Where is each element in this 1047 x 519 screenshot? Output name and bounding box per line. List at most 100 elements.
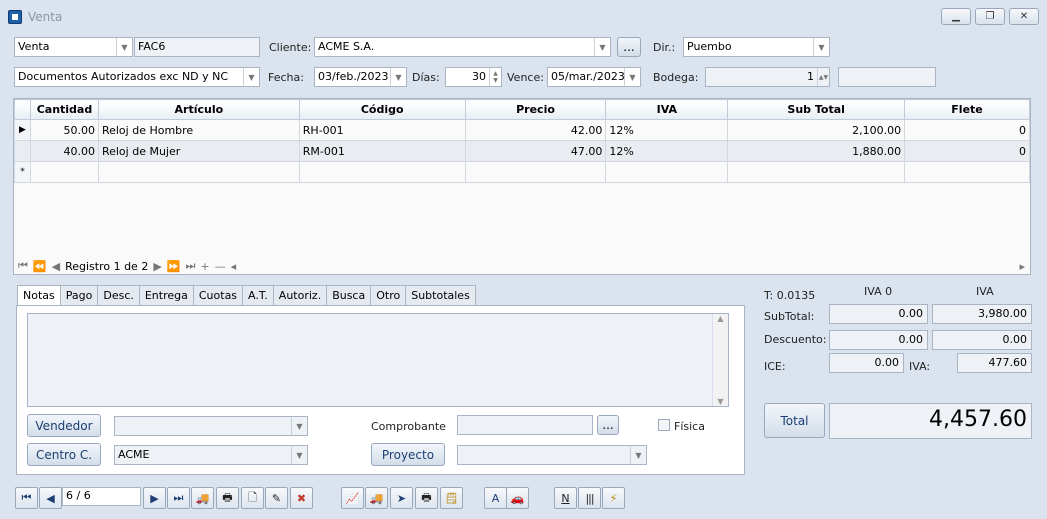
last-record-icon[interactable]: ⏭ — [186, 259, 196, 273]
dias-stepper[interactable]: 30 ▲ ▼ — [445, 67, 502, 87]
extra-field[interactable] — [838, 67, 936, 87]
cliente-select[interactable]: ACME S.A. ▼ — [314, 37, 611, 57]
tab-desc[interactable]: Desc. — [97, 285, 140, 305]
chevron-down-icon[interactable]: ▼ — [243, 68, 259, 86]
cell-precio[interactable]: 47.00 — [464, 140, 607, 162]
total-button[interactable]: Total — [764, 403, 825, 438]
delivery-icon[interactable]: 🚚 — [365, 487, 388, 509]
delete-record-icon[interactable]: — — [215, 260, 226, 273]
row-indicator-icon[interactable]: ▶ — [14, 119, 31, 141]
tab-cuotas[interactable]: Cuotas — [192, 285, 244, 305]
barcode-icon[interactable]: ||| — [578, 487, 601, 509]
first-record-icon[interactable]: ⏮ — [18, 259, 28, 273]
tab-entrega[interactable]: Entrega — [138, 285, 194, 305]
chevron-down-icon[interactable]: ▼ — [813, 38, 829, 56]
scroll-up-icon[interactable]: ▲ — [717, 314, 723, 323]
new-cell[interactable] — [97, 161, 300, 183]
record-position[interactable]: 6 / 6 — [62, 487, 141, 506]
minimize-icon[interactable]: ▁ — [941, 8, 971, 25]
restore-icon[interactable]: ❐ — [975, 8, 1005, 25]
bodega-stepper[interactable]: 1 ▲▼ — [705, 67, 830, 87]
chart-icon[interactable]: 📈 — [341, 487, 364, 509]
n-icon[interactable]: N — [554, 487, 577, 509]
tab-subtotales[interactable]: Subtotales — [405, 285, 476, 305]
notes-memo[interactable]: ▲ ▼ — [27, 313, 729, 407]
prev-page-icon[interactable]: ⏪ — [33, 260, 47, 273]
prev-record-button[interactable]: ◀ — [39, 487, 62, 509]
car-icon[interactable]: 🚗 — [506, 487, 529, 509]
scroll-down-icon[interactable]: ▼ — [717, 397, 723, 406]
doc-type-select[interactable]: Venta ▼ — [14, 37, 133, 57]
proyecto-select[interactable]: ▼ — [457, 445, 647, 465]
chevron-down-icon[interactable]: ▼ — [291, 417, 307, 435]
cursor-icon[interactable]: ➤ — [390, 487, 413, 509]
new-cell[interactable] — [29, 161, 99, 183]
cell-subtotal[interactable]: 1,880.00 — [727, 140, 906, 162]
new-row-icon[interactable]: * — [14, 161, 31, 183]
new-cell[interactable] — [464, 161, 607, 183]
last-record-button[interactable]: ⏭ — [167, 487, 190, 509]
vendedor-select[interactable]: ▼ — [114, 416, 308, 436]
auth-select[interactable]: Documentos Autorizados exc ND y NC ▼ — [14, 67, 260, 87]
cell-articulo[interactable]: Reloj de Mujer — [97, 140, 300, 162]
col-codigo[interactable]: Código — [298, 99, 466, 120]
row-indicator-icon[interactable] — [14, 140, 31, 162]
cell-cantidad[interactable]: 50.00 — [29, 119, 99, 141]
cell-subtotal[interactable]: 2,100.00 — [727, 119, 906, 141]
new-row[interactable]: * — [14, 161, 1030, 183]
chevron-down-icon[interactable]: ▼ — [594, 38, 610, 56]
comprobante-lookup-button[interactable]: ... — [597, 415, 619, 435]
chevron-down-icon[interactable]: ▼ — [291, 446, 307, 464]
chevron-down-icon[interactable]: ▼ — [390, 68, 406, 86]
chevron-down-icon[interactable]: ▼ — [624, 68, 640, 86]
new-cell[interactable] — [605, 161, 729, 183]
edit-document-icon[interactable]: ✎ — [265, 487, 288, 509]
close-icon[interactable]: ✕ — [1009, 8, 1039, 25]
scroll-right-icon[interactable]: ▸ — [1019, 260, 1029, 273]
tab-pago[interactable]: Pago — [59, 285, 99, 305]
vendedor-button[interactable]: Vendedor — [27, 414, 101, 437]
spin-arrows-icon[interactable]: ▲▼ — [817, 68, 829, 86]
spin-arrows-icon[interactable]: ▲▼ — [489, 68, 501, 86]
first-record-button[interactable]: ⏮ — [15, 487, 38, 509]
delete-document-icon[interactable]: ✖ — [290, 487, 313, 509]
doc-code-field[interactable]: FAC6 — [134, 37, 260, 57]
centro-select[interactable]: ACME ▼ — [114, 445, 308, 465]
cell-codigo[interactable]: RM-001 — [298, 140, 466, 162]
tab-at[interactable]: A.T. — [242, 285, 274, 305]
centro-button[interactable]: Centro C. — [27, 443, 101, 466]
tab-otro[interactable]: Otro — [370, 285, 407, 305]
cell-cantidad[interactable]: 40.00 — [29, 140, 99, 162]
proyecto-button[interactable]: Proyecto — [371, 443, 445, 466]
vence-picker[interactable]: 05/mar./2023 ▼ — [547, 67, 641, 87]
cell-codigo[interactable]: RH-001 — [298, 119, 466, 141]
cell-iva[interactable]: 12% — [605, 140, 729, 162]
truck-icon[interactable]: 🚚 — [191, 487, 214, 509]
wand-icon[interactable]: ⚡ — [602, 487, 625, 509]
cell-precio[interactable]: 42.00 — [464, 119, 607, 141]
next-page-icon[interactable]: ⏩ — [167, 260, 181, 273]
col-iva[interactable]: IVA — [605, 99, 729, 120]
new-cell[interactable] — [904, 161, 1030, 183]
font-a-icon[interactable]: A — [484, 487, 507, 509]
dir-select[interactable]: Puembo ▼ — [683, 37, 830, 57]
col-articulo[interactable]: Artículo — [97, 99, 300, 120]
new-cell[interactable] — [727, 161, 906, 183]
new-cell[interactable] — [298, 161, 466, 183]
fecha-picker[interactable]: 03/feb./2023 ▼ — [314, 67, 407, 87]
chevron-down-icon[interactable]: ▼ — [630, 446, 646, 464]
fisica-checkbox[interactable] — [658, 419, 670, 431]
col-cantidad[interactable]: Cantidad — [29, 99, 99, 120]
cell-flete[interactable]: 0 — [904, 119, 1030, 141]
next-record-icon[interactable]: ▶ — [153, 260, 161, 273]
cell-flete[interactable]: 0 — [904, 140, 1030, 162]
table-row[interactable]: ▶ 50.00 Reloj de Hombre RH-001 42.00 12%… — [14, 119, 1030, 141]
col-subtotal[interactable]: Sub Total — [727, 99, 906, 120]
vertical-scrollbar[interactable]: ▲ ▼ — [712, 314, 728, 406]
table-row[interactable]: 40.00 Reloj de Mujer RM-001 47.00 12% 1,… — [14, 140, 1030, 162]
prev-record-icon[interactable]: ◀ — [52, 260, 60, 273]
printer-icon[interactable]: 🖶 — [415, 487, 438, 509]
tab-autoriz[interactable]: Autoriz. — [272, 285, 328, 305]
scroll-left-icon[interactable]: ◂ — [231, 260, 237, 273]
next-record-button[interactable]: ▶ — [143, 487, 166, 509]
